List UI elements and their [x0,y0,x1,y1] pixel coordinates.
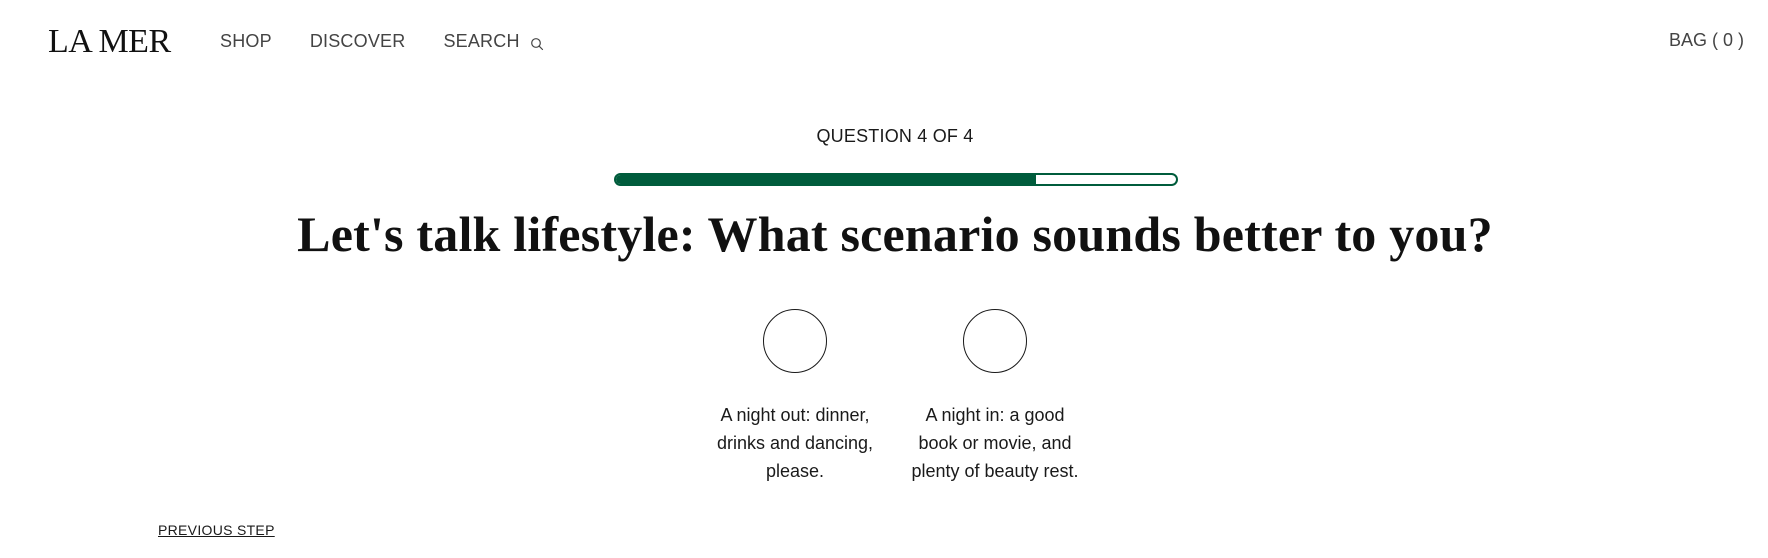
answer-options: A night out: dinner, drinks and dancing,… [706,309,1084,485]
nav-discover-label: DISCOVER [309,31,406,51]
nav-discover[interactable]: DISCOVER [310,30,406,52]
option-night-out-radio[interactable] [763,309,827,373]
question-title: Let's talk lifestyle: What scenario soun… [297,206,1493,262]
option-night-in-label: A night in: a good book or movie, and pl… [911,405,1079,481]
nav-search[interactable]: SEARCH [443,30,543,52]
nav-shop[interactable]: SHOP [220,30,272,52]
previous-step-link[interactable]: PREVIOUS STEP [158,522,275,538]
search-icon [530,34,544,51]
question-counter: QUESTION 4 OF 4 [816,126,974,146]
quiz-page: LA MER SHOP DISCOVER SEARCH BAG ( 0 ) QU… [0,0,1768,558]
option-night-out-label: A night out: dinner, drinks and dancing,… [716,405,874,481]
brand-logo[interactable]: LA MER [48,22,171,62]
option-night-in-radio[interactable] [963,309,1027,373]
bag-link[interactable]: BAG ( 0 ) [1669,29,1744,51]
option-night-in[interactable]: A night in: a good book or movie, and pl… [906,309,1084,485]
site-header: LA MER SHOP DISCOVER SEARCH BAG ( 0 ) [0,0,1768,84]
nav-search-label: SEARCH [443,31,520,51]
main-nav: SHOP DISCOVER SEARCH [220,30,544,52]
nav-shop-label: SHOP [220,31,272,51]
quiz-progress-bar [614,173,1178,186]
quiz-progress-fill [616,175,1036,184]
option-night-out[interactable]: A night out: dinner, drinks and dancing,… [706,309,884,485]
